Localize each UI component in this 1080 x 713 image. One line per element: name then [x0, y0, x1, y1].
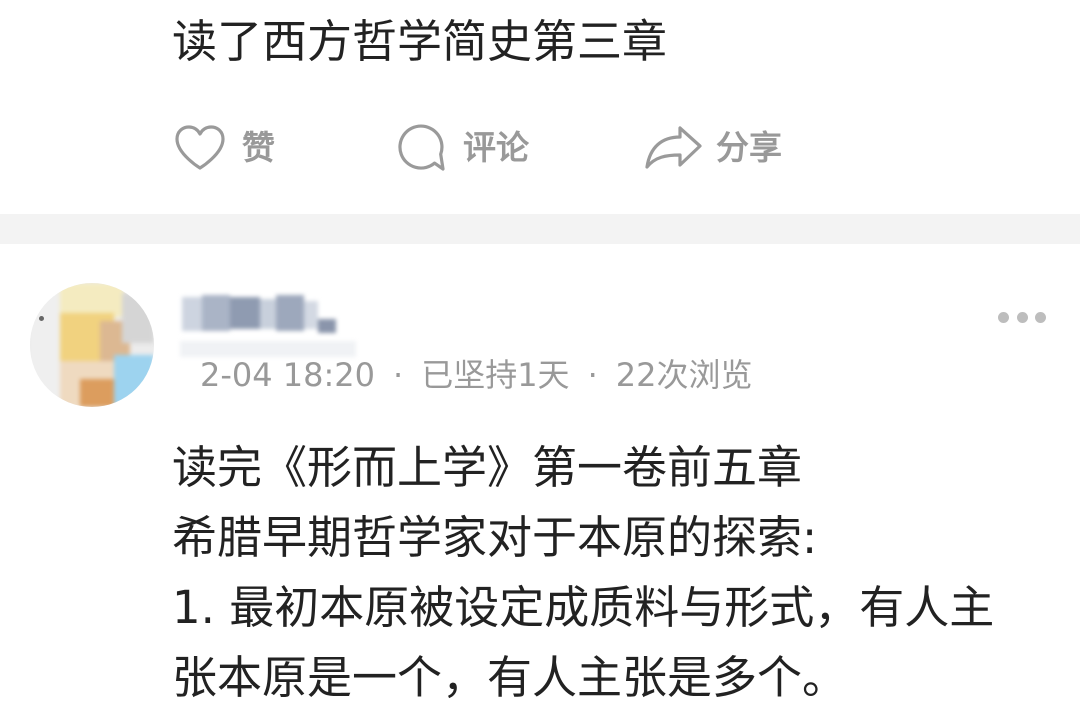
feed-screen: 读了西方哲学简史第三章 赞 评论 分享 2-04 18:20 · 已坚持1天 ·…	[0, 0, 1080, 713]
post-body-line: 希腊早期哲学家对于本原的探索:	[172, 511, 818, 564]
avatar-mark	[39, 316, 44, 321]
avatar-mosaic-block	[122, 293, 154, 343]
post-date: 2-04 18:20	[200, 356, 376, 394]
name-mosaic-block	[260, 299, 276, 329]
meta-separator: ·	[587, 356, 598, 394]
post-body-line: 读完《形而上学》第一卷前五章	[172, 441, 803, 494]
view-count: 22次浏览	[615, 356, 753, 394]
more-options-button[interactable]	[994, 303, 1050, 331]
name-mosaic-block	[304, 301, 318, 329]
name-mosaic-block	[182, 297, 204, 331]
post-meta: 2-04 18:20 · 已坚持1天 · 22次浏览	[200, 356, 752, 394]
post-body-line: 张本原是一个，有人主张是多个。	[172, 651, 848, 704]
name-mosaic-block	[276, 295, 304, 331]
avatar-image	[30, 283, 154, 407]
like-button[interactable]: 赞	[174, 120, 275, 176]
more-icon	[998, 303, 1046, 331]
avatar-mosaic-block	[80, 379, 114, 407]
like-label: 赞	[242, 128, 275, 167]
feed-divider	[0, 214, 1080, 244]
comment-icon	[397, 123, 447, 173]
avatar-mosaic-block	[60, 283, 124, 317]
name-mosaic-block	[202, 295, 230, 331]
post-text: 读了西方哲学简史第三章	[172, 15, 668, 68]
name-mosaic-block	[318, 319, 336, 333]
avatar-mosaic-block	[30, 283, 60, 407]
share-label: 分享	[716, 128, 782, 167]
comment-label: 评论	[463, 128, 529, 167]
more-icon-dot	[1035, 311, 1046, 323]
name-mosaic-block	[180, 341, 356, 357]
more-icon-dot	[1016, 311, 1028, 323]
name-mosaic-block	[230, 297, 260, 329]
post-body: 读完《形而上学》第一卷前五章 希腊早期哲学家对于本原的探索: 1. 最初本原被设…	[172, 433, 994, 713]
post-actions: 赞 评论 分享	[0, 120, 1080, 176]
author-avatar[interactable]	[30, 283, 154, 407]
meta-separator: ·	[393, 356, 404, 394]
post-body-line: 1. 最初本原被设定成质料与形式，有人主	[172, 581, 995, 634]
share-button[interactable]: 分享	[644, 120, 782, 176]
share-icon	[644, 125, 702, 171]
heart-icon	[174, 124, 226, 172]
avatar-mosaic-block	[114, 355, 154, 407]
comment-button[interactable]: 评论	[397, 120, 529, 176]
author-name[interactable]	[180, 293, 356, 359]
streak-count: 已坚持1天	[421, 356, 570, 394]
more-icon-dot	[998, 311, 1009, 323]
